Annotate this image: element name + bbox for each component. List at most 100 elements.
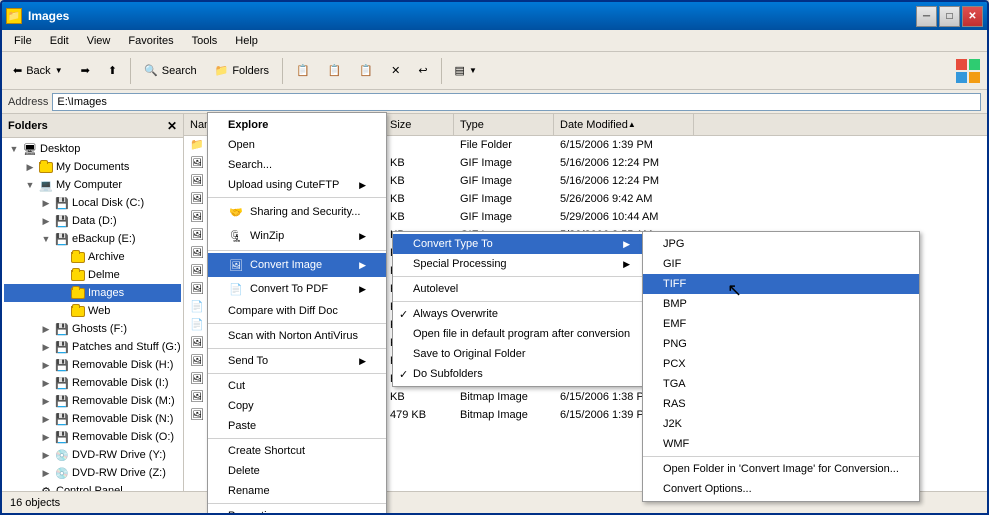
search-button[interactable]: 🔍 Search — [137, 56, 204, 86]
expander-removablem: ▶ — [38, 393, 54, 409]
ctx-convert-options[interactable]: Convert Options... — [643, 479, 919, 499]
tree-item-localc[interactable]: ▶ 💾 Local Disk (C:) — [4, 194, 181, 212]
ctx-pcx[interactable]: PCX — [643, 354, 919, 374]
ctx-rename[interactable]: Rename — [208, 481, 386, 501]
ctx-delete[interactable]: Delete — [208, 461, 386, 481]
separator — [208, 438, 386, 439]
ctx-save-original[interactable]: Save to Original Folder — [393, 344, 650, 364]
folders-button[interactable]: 📁 Folders — [208, 56, 276, 86]
ctx-j2k[interactable]: J2K — [643, 414, 919, 434]
col-header-date[interactable]: Date Modified ▲ — [554, 114, 694, 135]
ctx-autolevel[interactable]: Autolevel — [393, 279, 650, 299]
tree-item-images[interactable]: Images — [4, 284, 181, 302]
tree-item-removablen[interactable]: ▶ 💾 Removable Disk (N:) — [4, 410, 181, 428]
ctx-cut[interactable]: Cut — [208, 376, 386, 396]
tree-item-ebackup[interactable]: ▼ 💾 eBackup (E:) — [4, 230, 181, 248]
tree-item-mydocs[interactable]: ▶ My Documents — [4, 158, 181, 176]
ctx-bmp[interactable]: BMP — [643, 294, 919, 314]
expander-dvdy: ▶ — [38, 447, 54, 463]
close-button[interactable]: ✕ — [962, 6, 983, 27]
menu-favorites[interactable]: Favorites — [120, 31, 181, 51]
ctx-copy[interactable]: Copy — [208, 396, 386, 416]
tree-item-dvdz[interactable]: ▶ 💿 DVD-RW Drive (Z:) — [4, 464, 181, 482]
tree-item-removableh[interactable]: ▶ 💾 Removable Disk (H:) — [4, 356, 181, 374]
ctx-create-shortcut[interactable]: Create Shortcut — [208, 441, 386, 461]
menu-help[interactable]: Help — [227, 31, 266, 51]
minimize-button[interactable]: ─ — [916, 6, 937, 27]
ctx-winzip[interactable]: 🗜 WinZip ▶ — [208, 224, 386, 248]
datad-icon: 💾 — [54, 213, 70, 229]
paste-btn[interactable]: 📋 — [352, 56, 380, 86]
tree-item-web[interactable]: Web — [4, 302, 181, 320]
back-icon: ⬅ — [13, 64, 22, 77]
up-button[interactable]: ⬆ — [101, 56, 124, 86]
separator-3 — [441, 58, 442, 84]
ctx-always-overwrite[interactable]: ✓ Always Overwrite — [393, 304, 650, 324]
forward-button[interactable]: ➡ — [74, 56, 97, 86]
copy-button[interactable]: 📋 — [321, 56, 349, 86]
undo-button[interactable]: ↩ — [411, 56, 434, 86]
ctx-wmf[interactable]: WMF — [643, 434, 919, 454]
convert-pdf-arrow-icon: ▶ — [359, 284, 366, 295]
tree-item-datad[interactable]: ▶ 💾 Data (D:) — [4, 212, 181, 230]
ctx-jpg[interactable]: JPG — [643, 234, 919, 254]
menu-view[interactable]: View — [79, 31, 119, 51]
web-icon — [70, 303, 86, 319]
menu-file[interactable]: File — [6, 31, 40, 51]
ctx-convert-type[interactable]: Convert Type To ▶ — [393, 234, 650, 254]
tree-item-delme[interactable]: Delme — [4, 266, 181, 284]
check-subfolders: ✓ — [399, 368, 408, 381]
copy-icon: 📋 — [328, 64, 342, 77]
tree-item-removablem[interactable]: ▶ 💾 Removable Disk (M:) — [4, 392, 181, 410]
tree-item-desktop[interactable]: ▼ 🖥 Desktop — [4, 140, 181, 158]
tree-item-mycomputer[interactable]: ▼ 💻 My Computer — [4, 176, 181, 194]
ctx-ras[interactable]: RAS — [643, 394, 919, 414]
ctx-paste[interactable]: Paste — [208, 416, 386, 436]
localc-icon: 💾 — [54, 195, 70, 211]
menu-edit[interactable]: Edit — [42, 31, 77, 51]
ctx-search[interactable]: Search... — [208, 155, 386, 175]
ctx-special-processing[interactable]: Special Processing ▶ — [393, 254, 650, 274]
menu-tools[interactable]: Tools — [184, 31, 226, 51]
context-menu-convert: Convert Type To ▶ Special Processing ▶ A… — [392, 231, 651, 387]
ctx-sharing[interactable]: 🤝 Sharing and Security... — [208, 200, 386, 224]
ctx-tga[interactable]: TGA — [643, 374, 919, 394]
ctx-open-default[interactable]: Open file in default program after conve… — [393, 324, 650, 344]
ctx-open-folder-convert[interactable]: Open Folder in 'Convert Image' for Conve… — [643, 459, 919, 479]
ctx-properties[interactable]: Properties — [208, 506, 386, 515]
ctx-explore[interactable]: Explore — [208, 115, 386, 135]
address-input[interactable] — [52, 93, 981, 111]
ctx-gif[interactable]: GIF — [643, 254, 919, 274]
removableh-icon: 💾 — [54, 357, 70, 373]
ctx-png[interactable]: PNG — [643, 334, 919, 354]
ctx-open[interactable]: Open — [208, 135, 386, 155]
ctx-upload-cuteFTP[interactable]: Upload using CuteFTP ▶ — [208, 175, 386, 195]
back-button[interactable]: ⬅ Back ▼ — [6, 56, 70, 86]
tree-item-dvdy[interactable]: ▶ 💿 DVD-RW Drive (Y:) — [4, 446, 181, 464]
ctx-norton[interactable]: Scan with Norton AntiVirus — [208, 326, 386, 346]
close-panel-button[interactable]: ✕ — [167, 119, 177, 133]
tree-item-removablei[interactable]: ▶ 💾 Removable Disk (I:) — [4, 374, 181, 392]
maximize-button[interactable]: □ — [939, 6, 960, 27]
convert-type-arrow-icon: ▶ — [623, 239, 630, 250]
views-icon: ▤ — [455, 64, 465, 77]
ctx-do-subfolders[interactable]: ✓ Do Subfolders — [393, 364, 650, 384]
delete-button[interactable]: ✕ — [384, 56, 407, 86]
views-button[interactable]: ▤ ▼ — [448, 56, 484, 86]
col-header-type[interactable]: Type — [454, 114, 554, 135]
tree-item-patches[interactable]: ▶ 💾 Patches and Stuff (G:) — [4, 338, 181, 356]
ctx-convert-pdf[interactable]: 📄 Convert To PDF ▶ — [208, 277, 386, 301]
ctx-compare[interactable]: Compare with Diff Doc — [208, 301, 386, 321]
ctx-sendto[interactable]: Send To ▶ — [208, 351, 386, 371]
ctx-emf[interactable]: EMF — [643, 314, 919, 334]
tree-item-removableo[interactable]: ▶ 💾 Removable Disk (O:) — [4, 428, 181, 446]
tree-item-ghosts[interactable]: ▶ 💾 Ghosts (F:) — [4, 320, 181, 338]
ctx-tiff[interactable]: TIFF — [643, 274, 919, 294]
ctx-convert-image[interactable]: 🖼 Convert Image ▶ — [208, 253, 386, 277]
tree-item-archive[interactable]: Archive — [4, 248, 181, 266]
col-header-size[interactable]: Size — [384, 114, 454, 135]
separator — [208, 323, 386, 324]
menu-bar: File Edit View Favorites Tools Help — [2, 30, 987, 52]
move-button[interactable]: 📋 — [289, 56, 317, 86]
patches-icon: 💾 — [54, 339, 70, 355]
